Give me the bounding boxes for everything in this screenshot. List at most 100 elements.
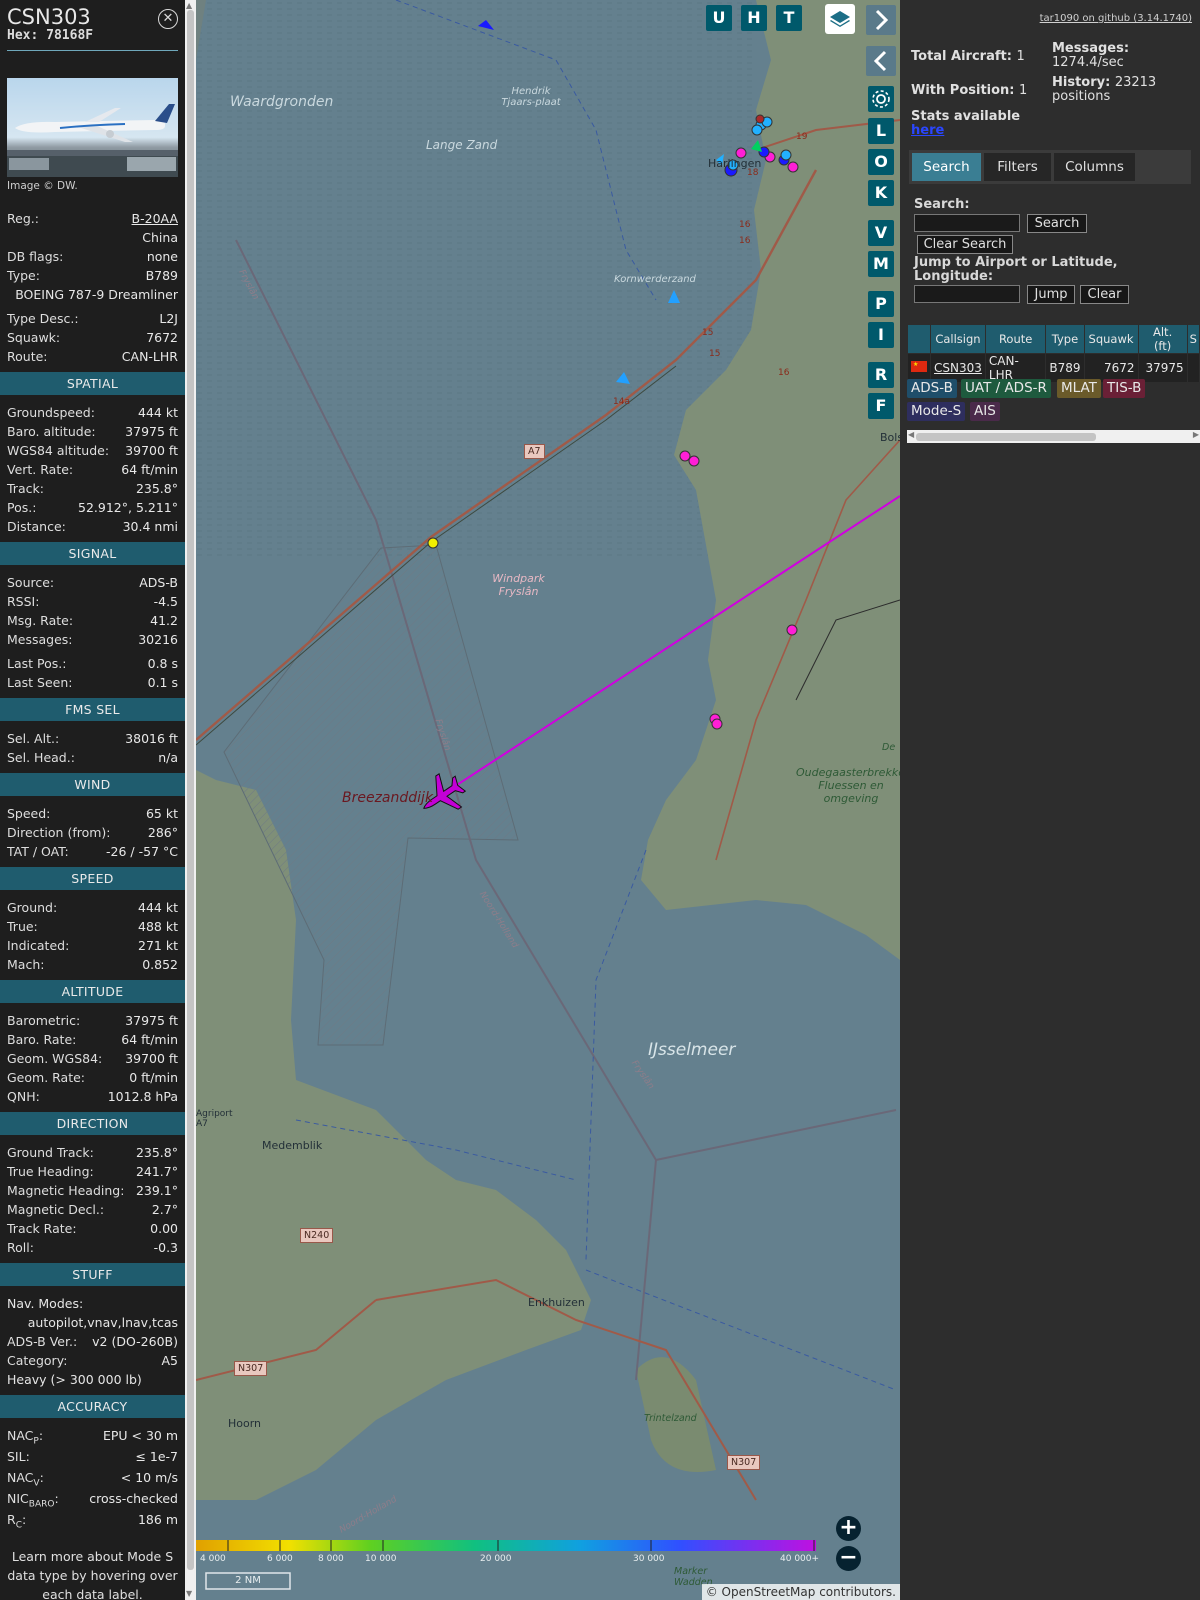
toggle-p-button[interactable]: P	[868, 291, 894, 317]
gear-icon	[872, 90, 890, 108]
label-windpark: Windpark Fryslân	[492, 572, 545, 598]
info-row-value: 30216	[138, 632, 178, 647]
toggle-r-button[interactable]: R	[868, 362, 894, 388]
search-input[interactable]	[914, 214, 1020, 232]
spatial-list: Groundspeed: 444 kt Baro. altitude: 37975 f…	[0, 403, 185, 536]
selected-callsign: CSN303	[7, 5, 91, 29]
accuracy-row: NACP: EPU < 30 m	[0, 1426, 185, 1447]
info-row-value: 39700 ft	[125, 443, 178, 458]
chevron-right-icon	[875, 9, 889, 31]
stats-here-link[interactable]: here	[911, 123, 944, 138]
expand-panel-button[interactable]	[866, 5, 896, 35]
section-accuracy: ACCURACY	[0, 1395, 185, 1418]
badge-modes[interactable]: Mode-S	[907, 402, 966, 421]
close-icon[interactable]: ✕	[158, 9, 178, 29]
toggle-o-button[interactable]: O	[868, 149, 894, 175]
toggle-f-button[interactable]: F	[868, 393, 894, 419]
scroll-down-icon[interactable]: ▼	[186, 1589, 192, 1598]
badge-mlat[interactable]: MLAT	[1057, 379, 1101, 398]
badge-ais[interactable]: AIS	[970, 402, 1000, 421]
scroll-left-icon[interactable]: ◀	[908, 430, 914, 439]
settings-button[interactable]	[868, 86, 894, 112]
info-row-label: Indicated:	[7, 938, 70, 953]
table-row[interactable]: ★ CSN303 CAN-LHR B789 7672 37975	[908, 354, 1199, 382]
registration-link[interactable]: B-20AA	[132, 209, 178, 228]
badge-tisb[interactable]: TIS-B	[1103, 379, 1146, 398]
info-row-label: Groundspeed:	[7, 405, 95, 420]
jump-button[interactable]: Jump	[1027, 285, 1075, 304]
with-position-value: 1	[1019, 83, 1028, 98]
col-callsign[interactable]: Callsign	[931, 325, 985, 353]
badge-adsb[interactable]: ADS-B	[907, 379, 957, 398]
scroll-right-icon[interactable]: ▶	[1193, 430, 1199, 439]
map-attribution: © OpenStreetMap contributors.	[701, 1584, 900, 1600]
row-callsign[interactable]: CSN303	[931, 354, 985, 382]
col-speed[interactable]: S	[1187, 325, 1199, 353]
speed-list: Ground: 444 kt True: 488 kt Indicated: 271 kt…	[0, 898, 185, 974]
road-number: 16	[739, 220, 751, 230]
accuracy-value: ≤ 1e-7	[135, 1449, 178, 1464]
toggle-u-button[interactable]: U	[706, 5, 732, 31]
info-row-value: 38016 ft	[125, 731, 178, 746]
image-credit: Image © DW.	[7, 180, 78, 192]
table-horizontal-scrollbar[interactable]: ◀ ▶	[907, 430, 1200, 443]
accuracy-label-end: :	[54, 1491, 59, 1506]
fms-list: Sel. Alt.: 38016 ft Sel. Head.: n/a	[0, 729, 185, 767]
tab-search[interactable]: Search	[912, 153, 981, 181]
toggle-t-button[interactable]: T	[776, 5, 802, 31]
label-enkhuizen: Enkhuizen	[528, 1296, 585, 1309]
section-spatial: SPATIAL	[0, 372, 185, 395]
info-row-value: 271 kt	[138, 938, 178, 953]
navmodes-label: Nav. Modes:	[7, 1296, 84, 1311]
with-position-label: With Position:	[911, 83, 1015, 98]
badge-uat-adsr[interactable]: UAT / ADS-R	[961, 379, 1051, 398]
info-row-value: -0.3	[153, 1240, 178, 1255]
col-altitude[interactable]: Alt. (ft)	[1138, 325, 1187, 353]
toggle-v-button[interactable]: V	[868, 220, 894, 246]
col-route[interactable]: Route	[985, 325, 1046, 353]
horizontal-scrollbar-thumb[interactable]	[916, 433, 1096, 441]
osm-link[interactable]: OpenStreetMap	[722, 1585, 816, 1599]
col-squawk[interactable]: Squawk	[1084, 325, 1138, 353]
clear-button[interactable]: Clear	[1080, 285, 1129, 304]
toggle-l-button[interactable]: L	[868, 118, 894, 144]
toggle-k-button[interactable]: K	[868, 180, 894, 206]
aircraft-photo[interactable]	[7, 78, 178, 177]
scrollbar-thumb[interactable]	[187, 10, 194, 1570]
info-row-value: 0.852	[142, 957, 178, 972]
layers-button[interactable]	[825, 4, 855, 34]
info-row-value: 235.8°	[135, 1145, 178, 1160]
info-row-label: WGS84 altitude:	[7, 443, 110, 458]
map-view[interactable]: Waardgronden Lange Zand Hendrik Tjaars-p…	[196, 0, 900, 1600]
map-canvas[interactable]	[196, 0, 900, 1600]
collapse-info-button[interactable]	[866, 46, 896, 76]
info-panel-scrollbar[interactable]: ▲ ▼	[185, 0, 196, 1600]
scale-tick-label: 30 000	[633, 1554, 665, 1564]
info-row-label: Speed:	[7, 806, 51, 821]
info-row-label: Sel. Alt.:	[7, 731, 60, 746]
tab-columns[interactable]: Columns	[1054, 153, 1135, 181]
row-altitude: 37975	[1138, 354, 1187, 382]
col-type[interactable]: Type	[1046, 325, 1084, 353]
github-link[interactable]: tar1090 on github (3.14.1740)	[1040, 13, 1192, 24]
zoom-in-button[interactable]: +	[836, 1516, 861, 1541]
road-shield-n240: N240	[300, 1228, 334, 1243]
aircraft-list-panel: tar1090 on github (3.14.1740) Total Airc…	[900, 0, 1200, 1600]
adsbver-row: ADS-B Ver.: v2 (DO-260B)	[0, 1332, 185, 1351]
accuracy-label-main: NAC	[7, 1428, 34, 1443]
clear-search-button[interactable]: Clear Search	[917, 235, 1013, 254]
toggle-m-button[interactable]: M	[868, 251, 894, 277]
jump-input[interactable]	[914, 285, 1020, 303]
messages-value: 1274.4/sec	[1052, 55, 1124, 70]
search-button[interactable]: Search	[1027, 214, 1087, 233]
label-lange-zand: Lange Zand	[426, 138, 498, 152]
road-number: 16	[739, 236, 751, 246]
scroll-up-icon[interactable]: ▲	[186, 1, 192, 10]
adsbver-value: v2 (DO-260B)	[92, 1334, 178, 1349]
toggle-i-button[interactable]: I	[868, 322, 894, 348]
info-row: Sel. Head.: n/a	[0, 748, 185, 767]
info-row-label: Ground Track:	[7, 1145, 94, 1160]
toggle-h-button[interactable]: H	[741, 5, 767, 31]
zoom-out-button[interactable]: −	[836, 1546, 861, 1571]
tab-filters[interactable]: Filters	[984, 153, 1051, 181]
